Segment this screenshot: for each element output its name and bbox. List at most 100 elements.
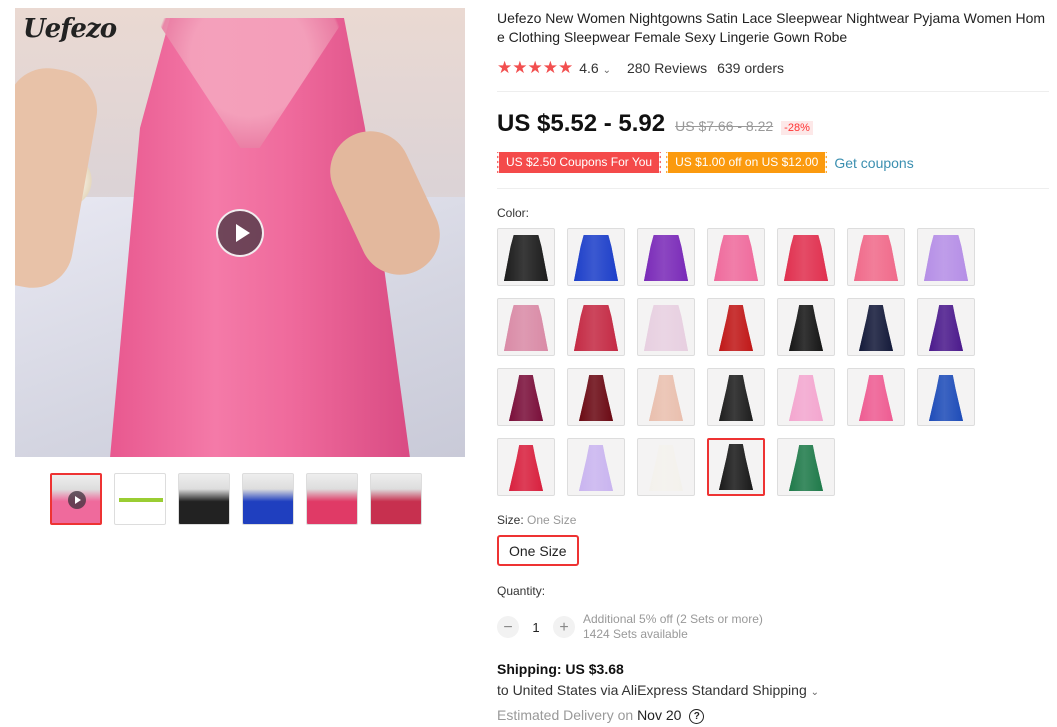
nightgown-preview	[859, 305, 893, 351]
nightgown-preview	[644, 305, 688, 351]
rating-value: 4.6	[579, 60, 599, 76]
divider	[497, 91, 1049, 92]
color-swatch-8[interactable]	[497, 298, 555, 356]
delivery-date: Nov 20	[637, 707, 682, 723]
color-swatch-12[interactable]	[777, 298, 835, 356]
star-rating-icon: ★★★★★	[497, 58, 574, 77]
color-swatch-22[interactable]	[497, 438, 555, 496]
coupon-store[interactable]: US $2.50 Coupons For You	[494, 152, 662, 173]
nightgown-preview	[579, 445, 613, 491]
quantity-minus-button[interactable]: −	[497, 616, 519, 638]
color-swatch-7[interactable]	[917, 228, 975, 286]
shipping-destination: to United States via AliExpress Standard…	[497, 682, 807, 698]
rating-dropdown[interactable]: 4.6 ⌄	[579, 60, 611, 76]
bulk-discount-text: Additional 5% off (2 Sets or more)	[583, 612, 763, 626]
color-swatch-17[interactable]	[637, 368, 695, 426]
nightgown-preview	[859, 375, 893, 421]
color-swatch-9[interactable]	[567, 298, 625, 356]
nightgown-preview	[574, 305, 618, 351]
nightgown-preview	[784, 235, 828, 281]
shipping-cost: Shipping: US $3.68	[497, 661, 624, 677]
original-price: US $7.66 - 8.22	[675, 118, 774, 134]
quantity-label: Quantity:	[497, 584, 546, 598]
color-swatch-11[interactable]	[707, 298, 765, 356]
color-swatch-20[interactable]	[847, 368, 905, 426]
color-swatch-23[interactable]	[567, 438, 625, 496]
color-swatch-14[interactable]	[917, 298, 975, 356]
nightgown-preview	[644, 235, 688, 281]
thumbnail-2[interactable]	[114, 473, 166, 525]
color-swatch-5[interactable]	[777, 228, 835, 286]
question-help-icon[interactable]: ?	[689, 708, 705, 724]
thumbnail-4[interactable]	[242, 473, 294, 525]
color-swatch-1[interactable]	[497, 228, 555, 286]
nightgown-preview	[714, 235, 758, 281]
color-swatch-24[interactable]	[637, 438, 695, 496]
color-swatch-16[interactable]	[567, 368, 625, 426]
chevron-down-icon: ⌄	[602, 65, 611, 76]
color-swatch-2[interactable]	[567, 228, 625, 286]
size-chart-preview	[119, 498, 163, 502]
color-swatch-18[interactable]	[707, 368, 765, 426]
color-label: Color:	[497, 206, 530, 220]
nightgown-preview	[789, 445, 823, 491]
divider	[497, 188, 1049, 189]
product-title: Uefezo New Women Nightgowns Satin Lace S…	[497, 10, 1046, 45]
color-swatch-10[interactable]	[637, 298, 695, 356]
reviews-link[interactable]: 280 Reviews	[627, 60, 707, 76]
brand-logo: Uefezo	[23, 14, 117, 44]
nightgown-preview	[649, 445, 683, 491]
nightgown-preview	[789, 375, 823, 421]
nightgown-preview	[719, 375, 753, 421]
chevron-down-icon: ⌄	[810, 687, 820, 698]
color-swatch-21[interactable]	[917, 368, 975, 426]
nightgown-preview	[924, 235, 968, 281]
delivery-prefix: Estimated Delivery on	[497, 707, 634, 723]
rating-row: ★★★★★ 4.6 ⌄ 280 Reviews 639 orders	[497, 58, 784, 78]
nightgown-preview	[509, 375, 543, 421]
discount-badge: -28%	[781, 121, 813, 135]
nightgown-preview	[574, 235, 618, 281]
nightgown-preview	[789, 305, 823, 351]
main-product-image[interactable]: Uefezo	[15, 8, 465, 457]
nightgown-preview	[649, 375, 683, 421]
nightgown-preview	[719, 305, 753, 351]
color-swatch-3[interactable]	[637, 228, 695, 286]
quantity-plus-button[interactable]: +	[553, 616, 575, 638]
nightgown-preview	[509, 445, 543, 491]
nightgown-preview	[719, 444, 753, 490]
estimated-delivery: Estimated Delivery on Nov 20 ?	[497, 707, 705, 724]
quantity-input[interactable]: 1	[519, 620, 553, 635]
orders-count: 639 orders	[717, 60, 785, 76]
size-selected-value: One Size	[527, 513, 577, 527]
quantity-note: Additional 5% off (2 Sets or more) 1424 …	[583, 612, 763, 642]
quantity-stepper: − 1 + Additional 5% off (2 Sets or more)…	[497, 612, 763, 642]
color-swatch-26[interactable]	[777, 438, 835, 496]
get-coupons-link[interactable]: Get coupons	[834, 155, 913, 171]
color-swatch-13[interactable]	[847, 298, 905, 356]
size-option-one-size[interactable]: One Size	[497, 535, 579, 566]
play-icon	[68, 491, 86, 509]
thumbnail-3[interactable]	[178, 473, 230, 525]
nightgown-preview	[504, 235, 548, 281]
shipping-method-dropdown[interactable]: to United States via AliExpress Standard…	[497, 682, 819, 698]
stock-available-text: 1424 Sets available	[583, 627, 688, 641]
thumbnail-strip	[50, 473, 422, 525]
play-video-icon[interactable]	[216, 209, 264, 257]
thumbnail-6[interactable]	[370, 473, 422, 525]
nightgown-preview	[579, 375, 613, 421]
color-swatch-19[interactable]	[777, 368, 835, 426]
thumbnail-5[interactable]	[306, 473, 358, 525]
thumbnail-1[interactable]	[50, 473, 102, 525]
nightgown-preview	[854, 235, 898, 281]
nightgown-preview	[929, 375, 963, 421]
color-swatch-4[interactable]	[707, 228, 765, 286]
color-swatch-25[interactable]	[707, 438, 765, 496]
coupon-select[interactable]: US $1.00 off on US $12.00	[664, 152, 828, 173]
color-swatch-6[interactable]	[847, 228, 905, 286]
coupon-row: US $2.50 Coupons For You US $1.00 off on…	[494, 152, 914, 173]
current-price: US $5.52 - 5.92	[497, 110, 666, 137]
color-swatch-15[interactable]	[497, 368, 555, 426]
price-row: US $5.52 - 5.92 US $7.66 - 8.22 -28%	[497, 110, 813, 138]
nightgown-preview	[929, 305, 963, 351]
